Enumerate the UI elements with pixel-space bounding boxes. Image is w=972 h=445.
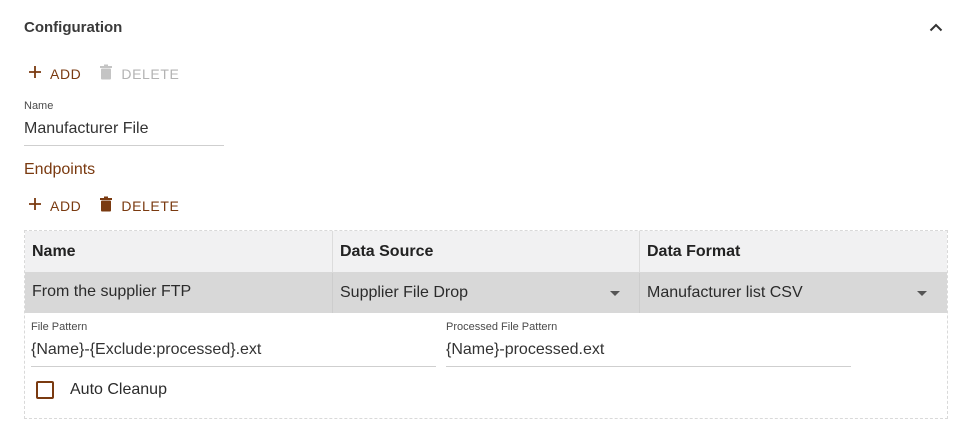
endpoints-toolbar: ADD DELETE: [28, 196, 179, 215]
auto-cleanup-checkbox-row[interactable]: Auto Cleanup: [36, 381, 167, 399]
config-toolbar: ADD DELETE: [28, 64, 179, 83]
caret-down-icon: [917, 290, 927, 296]
config-delete-button[interactable]: DELETE: [99, 64, 179, 83]
file-pattern-underline: [31, 366, 436, 367]
auto-cleanup-checkbox[interactable]: [36, 381, 54, 399]
endpoint-add-button[interactable]: ADD: [28, 197, 81, 214]
endpoint-delete-label: DELETE: [121, 197, 180, 214]
data-source-value: Supplier File Drop: [340, 284, 469, 301]
caret-down-icon: [610, 290, 620, 296]
data-source-select[interactable]: Supplier File Drop: [333, 273, 640, 313]
endpoint-add-label: ADD: [50, 197, 82, 214]
config-add-label: ADD: [50, 65, 82, 82]
processed-file-pattern-label: Processed File Pattern: [446, 321, 558, 333]
config-delete-label: DELETE: [121, 65, 180, 82]
column-header-name[interactable]: Name: [25, 231, 333, 272]
auto-cleanup-label: Auto Cleanup: [70, 381, 167, 398]
name-label: Name: [24, 100, 54, 112]
processed-file-pattern-input[interactable]: {Name}-processed.ext: [446, 341, 604, 359]
data-format-value: Manufacturer list CSV: [647, 284, 803, 301]
chevron-up-icon: [929, 19, 943, 37]
plus-icon: [28, 65, 42, 82]
plus-icon: [28, 197, 42, 214]
name-input[interactable]: Manufacturer File: [24, 120, 149, 138]
row-name-cell[interactable]: From the supplier FTP: [25, 273, 333, 313]
name-underline: [24, 145, 224, 146]
data-format-select[interactable]: Manufacturer list CSV: [640, 273, 947, 313]
table-row[interactable]: From the supplier FTP Supplier File Drop…: [25, 273, 947, 313]
column-header-data-source[interactable]: Data Source: [333, 231, 640, 272]
trash-icon: [99, 64, 113, 83]
processed-file-pattern-underline: [446, 366, 851, 367]
collapse-button[interactable]: [926, 18, 946, 38]
trash-icon: [99, 196, 113, 215]
section-title: Configuration: [24, 19, 123, 36]
config-add-button[interactable]: ADD: [28, 65, 81, 82]
file-pattern-label: File Pattern: [31, 321, 88, 333]
file-pattern-input[interactable]: {Name}-{Exclude:processed}.ext: [31, 341, 261, 359]
endpoints-title: Endpoints: [24, 161, 96, 178]
column-header-data-format[interactable]: Data Format: [640, 231, 947, 272]
table-header: Name Data Source Data Format: [25, 231, 947, 273]
endpoint-delete-button[interactable]: DELETE: [99, 196, 179, 215]
